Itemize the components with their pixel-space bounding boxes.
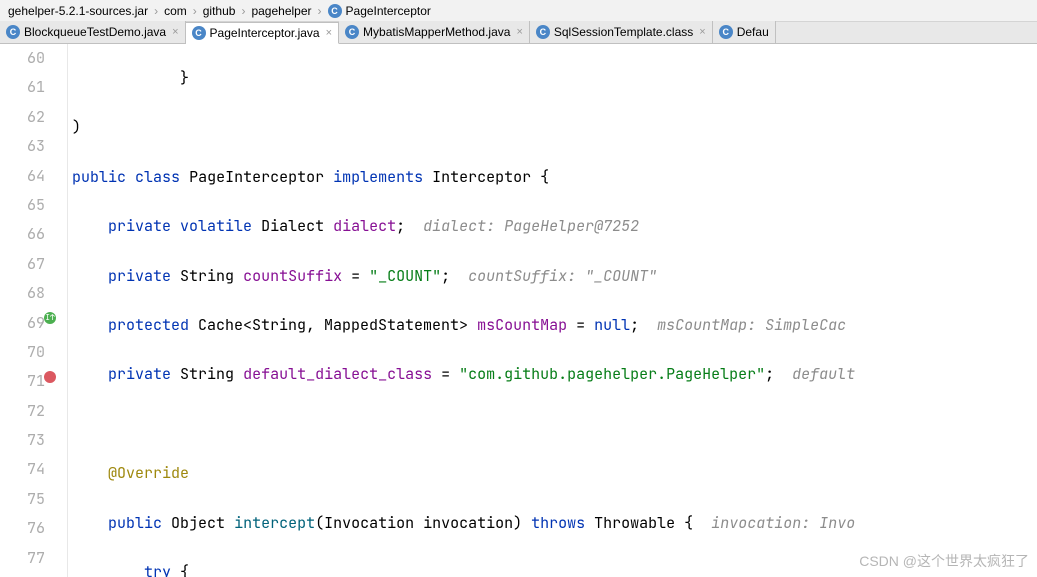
- editor-tabbar: CBlockqueueTestDemo.java× CPageIntercept…: [0, 22, 1037, 44]
- line-number: 61: [0, 73, 45, 102]
- line-number: 72: [0, 397, 45, 426]
- line-number: 63: [0, 132, 45, 161]
- close-tab-icon[interactable]: ×: [699, 26, 705, 38]
- crumb-jar[interactable]: gehelper-5.2.1-sources.jar: [4, 4, 152, 18]
- line-number: 64: [0, 162, 45, 191]
- line-number: 73: [0, 426, 45, 455]
- code-line: private volatile Dialect dialect; dialec…: [68, 212, 1037, 241]
- code-line: private String countSuffix = "_COUNT"; c…: [68, 262, 1037, 291]
- code-line: public Object intercept(Invocation invoc…: [68, 509, 1037, 538]
- line-number: 76: [0, 514, 45, 543]
- code-line: ): [68, 113, 1037, 142]
- line-number: 69: [0, 309, 45, 338]
- line-number: 70: [0, 338, 45, 367]
- line-number: 60: [0, 44, 45, 73]
- java-class-icon: C: [719, 25, 733, 39]
- line-number: 65: [0, 191, 45, 220]
- breakpoint-icon[interactable]: [42, 369, 58, 385]
- java-class-icon: C: [536, 25, 550, 39]
- tab-defau[interactable]: CDefau: [713, 21, 776, 43]
- close-tab-icon[interactable]: ×: [172, 26, 178, 38]
- crumb-github[interactable]: github: [199, 4, 240, 18]
- chevron-right-icon: ›: [239, 4, 247, 18]
- chevron-right-icon: ›: [191, 4, 199, 18]
- crumb-com[interactable]: com: [160, 4, 191, 18]
- code-editor[interactable]: 60 61 62 63 64 65 66 67 68 69 70 71 72 7…: [0, 44, 1037, 577]
- java-class-icon: C: [6, 25, 20, 39]
- crumb-class[interactable]: CPageInterceptor: [324, 4, 435, 18]
- class-icon: C: [328, 4, 342, 18]
- code-line: try {: [68, 558, 1037, 577]
- code-line: }: [68, 64, 1037, 93]
- override-icon[interactable]: I↑: [42, 310, 58, 326]
- code-line: public class PageInterceptor implements …: [68, 163, 1037, 192]
- line-number: 66: [0, 220, 45, 249]
- code-line: [68, 410, 1037, 439]
- tab-sqlsession[interactable]: CSqlSessionTemplate.class×: [530, 21, 713, 43]
- line-number: 68: [0, 279, 45, 308]
- code-line: private String default_dialect_class = "…: [68, 360, 1037, 389]
- close-tab-icon[interactable]: ×: [326, 27, 332, 39]
- java-class-icon: C: [192, 26, 206, 40]
- line-number: 67: [0, 250, 45, 279]
- chevron-right-icon: ›: [152, 4, 160, 18]
- breadcrumb: gehelper-5.2.1-sources.jar › com › githu…: [0, 0, 1037, 22]
- code-line: protected Cache<String, MappedStatement>…: [68, 311, 1037, 340]
- line-number-gutter[interactable]: 60 61 62 63 64 65 66 67 68 69 70 71 72 7…: [0, 44, 68, 577]
- line-number: 77: [0, 544, 45, 573]
- crumb-pagehelper[interactable]: pagehelper: [247, 4, 315, 18]
- chevron-right-icon: ›: [316, 4, 324, 18]
- code-area[interactable]: } ) public class PageInterceptor impleme…: [68, 44, 1037, 577]
- java-class-icon: C: [345, 25, 359, 39]
- line-number: 75: [0, 485, 45, 514]
- tab-pageinterceptor[interactable]: CPageInterceptor.java×: [186, 22, 340, 44]
- tab-mybatismapper[interactable]: CMybatisMapperMethod.java×: [339, 21, 530, 43]
- line-number: 74: [0, 455, 45, 484]
- code-line: @Override: [68, 459, 1037, 488]
- line-number: 62: [0, 103, 45, 132]
- line-number: 71: [0, 367, 45, 396]
- tab-blockqueue[interactable]: CBlockqueueTestDemo.java×: [0, 21, 186, 43]
- close-tab-icon[interactable]: ×: [516, 26, 522, 38]
